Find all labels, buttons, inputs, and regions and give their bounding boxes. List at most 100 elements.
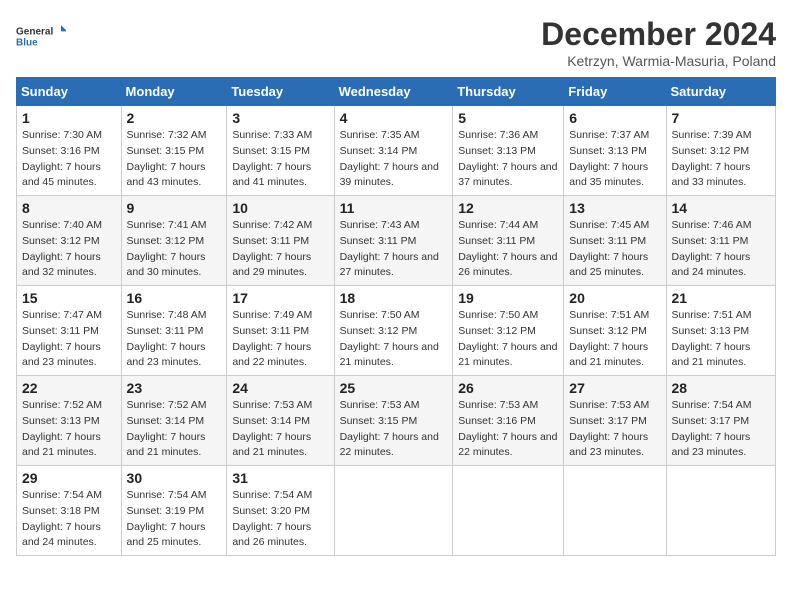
- calendar-cell: 25 Sunrise: 7:53 AMSunset: 3:15 PMDaylig…: [334, 376, 453, 466]
- day-number: 15: [22, 290, 116, 306]
- calendar-cell: 29 Sunrise: 7:54 AMSunset: 3:18 PMDaylig…: [17, 466, 122, 556]
- day-detail: Sunrise: 7:37 AMSunset: 3:13 PMDaylight:…: [569, 129, 649, 188]
- day-detail: Sunrise: 7:36 AMSunset: 3:13 PMDaylight:…: [458, 129, 557, 188]
- day-number: 28: [672, 380, 770, 396]
- day-number: 11: [340, 200, 448, 216]
- day-number: 31: [232, 470, 328, 486]
- calendar-cell: [453, 466, 564, 556]
- calendar-cell: [666, 466, 775, 556]
- calendar-cell: 10 Sunrise: 7:42 AMSunset: 3:11 PMDaylig…: [227, 196, 334, 286]
- header-day-saturday: Saturday: [666, 78, 775, 106]
- day-detail: Sunrise: 7:53 AMSunset: 3:16 PMDaylight:…: [458, 399, 557, 458]
- day-number: 4: [340, 110, 448, 126]
- day-number: 6: [569, 110, 660, 126]
- day-detail: Sunrise: 7:50 AMSunset: 3:12 PMDaylight:…: [340, 309, 439, 368]
- calendar-cell: 24 Sunrise: 7:53 AMSunset: 3:14 PMDaylig…: [227, 376, 334, 466]
- day-number: 18: [340, 290, 448, 306]
- day-detail: Sunrise: 7:44 AMSunset: 3:11 PMDaylight:…: [458, 219, 557, 278]
- logo: General Blue: [16, 16, 66, 56]
- calendar-table: SundayMondayTuesdayWednesdayThursdayFrid…: [16, 77, 776, 556]
- day-number: 22: [22, 380, 116, 396]
- header-area: General Blue December 2024 Ketrzyn, Warm…: [16, 16, 776, 69]
- day-number: 5: [458, 110, 558, 126]
- day-detail: Sunrise: 7:33 AMSunset: 3:15 PMDaylight:…: [232, 129, 312, 188]
- day-detail: Sunrise: 7:52 AMSunset: 3:13 PMDaylight:…: [22, 399, 102, 458]
- calendar-cell: 15 Sunrise: 7:47 AMSunset: 3:11 PMDaylig…: [17, 286, 122, 376]
- logo-svg: General Blue: [16, 16, 66, 56]
- day-number: 3: [232, 110, 328, 126]
- day-detail: Sunrise: 7:51 AMSunset: 3:13 PMDaylight:…: [672, 309, 752, 368]
- day-detail: Sunrise: 7:41 AMSunset: 3:12 PMDaylight:…: [127, 219, 207, 278]
- calendar-cell: 4 Sunrise: 7:35 AMSunset: 3:14 PMDayligh…: [334, 106, 453, 196]
- day-detail: Sunrise: 7:54 AMSunset: 3:19 PMDaylight:…: [127, 489, 207, 548]
- day-detail: Sunrise: 7:39 AMSunset: 3:12 PMDaylight:…: [672, 129, 752, 188]
- header-day-friday: Friday: [564, 78, 666, 106]
- day-number: 13: [569, 200, 660, 216]
- calendar-cell: 27 Sunrise: 7:53 AMSunset: 3:17 PMDaylig…: [564, 376, 666, 466]
- calendar-cell: 2 Sunrise: 7:32 AMSunset: 3:15 PMDayligh…: [121, 106, 227, 196]
- day-detail: Sunrise: 7:54 AMSunset: 3:17 PMDaylight:…: [672, 399, 752, 458]
- day-detail: Sunrise: 7:53 AMSunset: 3:17 PMDaylight:…: [569, 399, 649, 458]
- calendar-cell: 23 Sunrise: 7:52 AMSunset: 3:14 PMDaylig…: [121, 376, 227, 466]
- day-number: 26: [458, 380, 558, 396]
- day-detail: Sunrise: 7:35 AMSunset: 3:14 PMDaylight:…: [340, 129, 439, 188]
- day-detail: Sunrise: 7:32 AMSunset: 3:15 PMDaylight:…: [127, 129, 207, 188]
- day-detail: Sunrise: 7:30 AMSunset: 3:16 PMDaylight:…: [22, 129, 102, 188]
- sub-title: Ketrzyn, Warmia-Masuria, Poland: [541, 53, 776, 69]
- day-number: 21: [672, 290, 770, 306]
- calendar-cell: 21 Sunrise: 7:51 AMSunset: 3:13 PMDaylig…: [666, 286, 775, 376]
- day-detail: Sunrise: 7:49 AMSunset: 3:11 PMDaylight:…: [232, 309, 312, 368]
- calendar-cell: 12 Sunrise: 7:44 AMSunset: 3:11 PMDaylig…: [453, 196, 564, 286]
- day-number: 16: [127, 290, 222, 306]
- day-number: 12: [458, 200, 558, 216]
- calendar-cell: 18 Sunrise: 7:50 AMSunset: 3:12 PMDaylig…: [334, 286, 453, 376]
- day-number: 14: [672, 200, 770, 216]
- day-number: 1: [22, 110, 116, 126]
- day-detail: Sunrise: 7:43 AMSunset: 3:11 PMDaylight:…: [340, 219, 439, 278]
- header-day-tuesday: Tuesday: [227, 78, 334, 106]
- day-detail: Sunrise: 7:42 AMSunset: 3:11 PMDaylight:…: [232, 219, 312, 278]
- calendar-cell: 11 Sunrise: 7:43 AMSunset: 3:11 PMDaylig…: [334, 196, 453, 286]
- header-day-thursday: Thursday: [453, 78, 564, 106]
- main-title: December 2024: [541, 16, 776, 53]
- calendar-cell: 20 Sunrise: 7:51 AMSunset: 3:12 PMDaylig…: [564, 286, 666, 376]
- day-detail: Sunrise: 7:40 AMSunset: 3:12 PMDaylight:…: [22, 219, 102, 278]
- calendar-cell: 14 Sunrise: 7:46 AMSunset: 3:11 PMDaylig…: [666, 196, 775, 286]
- svg-text:Blue: Blue: [16, 38, 38, 49]
- day-detail: Sunrise: 7:47 AMSunset: 3:11 PMDaylight:…: [22, 309, 102, 368]
- calendar-cell: 8 Sunrise: 7:40 AMSunset: 3:12 PMDayligh…: [17, 196, 122, 286]
- day-number: 7: [672, 110, 770, 126]
- day-detail: Sunrise: 7:50 AMSunset: 3:12 PMDaylight:…: [458, 309, 557, 368]
- week-row-1: 1 Sunrise: 7:30 AMSunset: 3:16 PMDayligh…: [17, 106, 776, 196]
- calendar-cell: 17 Sunrise: 7:49 AMSunset: 3:11 PMDaylig…: [227, 286, 334, 376]
- calendar-cell: 6 Sunrise: 7:37 AMSunset: 3:13 PMDayligh…: [564, 106, 666, 196]
- day-number: 2: [127, 110, 222, 126]
- calendar-cell: [334, 466, 453, 556]
- calendar-cell: 3 Sunrise: 7:33 AMSunset: 3:15 PMDayligh…: [227, 106, 334, 196]
- calendar-cell: 16 Sunrise: 7:48 AMSunset: 3:11 PMDaylig…: [121, 286, 227, 376]
- day-detail: Sunrise: 7:51 AMSunset: 3:12 PMDaylight:…: [569, 309, 649, 368]
- week-row-2: 8 Sunrise: 7:40 AMSunset: 3:12 PMDayligh…: [17, 196, 776, 286]
- week-row-5: 29 Sunrise: 7:54 AMSunset: 3:18 PMDaylig…: [17, 466, 776, 556]
- header-day-wednesday: Wednesday: [334, 78, 453, 106]
- day-number: 10: [232, 200, 328, 216]
- week-row-3: 15 Sunrise: 7:47 AMSunset: 3:11 PMDaylig…: [17, 286, 776, 376]
- calendar-cell: 28 Sunrise: 7:54 AMSunset: 3:17 PMDaylig…: [666, 376, 775, 466]
- day-detail: Sunrise: 7:53 AMSunset: 3:15 PMDaylight:…: [340, 399, 439, 458]
- calendar-cell: 22 Sunrise: 7:52 AMSunset: 3:13 PMDaylig…: [17, 376, 122, 466]
- day-number: 8: [22, 200, 116, 216]
- day-detail: Sunrise: 7:54 AMSunset: 3:20 PMDaylight:…: [232, 489, 312, 548]
- calendar-cell: 9 Sunrise: 7:41 AMSunset: 3:12 PMDayligh…: [121, 196, 227, 286]
- calendar-cell: 31 Sunrise: 7:54 AMSunset: 3:20 PMDaylig…: [227, 466, 334, 556]
- day-detail: Sunrise: 7:46 AMSunset: 3:11 PMDaylight:…: [672, 219, 752, 278]
- svg-text:General: General: [16, 26, 53, 37]
- calendar-cell: 26 Sunrise: 7:53 AMSunset: 3:16 PMDaylig…: [453, 376, 564, 466]
- day-detail: Sunrise: 7:48 AMSunset: 3:11 PMDaylight:…: [127, 309, 207, 368]
- calendar-cell: 13 Sunrise: 7:45 AMSunset: 3:11 PMDaylig…: [564, 196, 666, 286]
- day-number: 24: [232, 380, 328, 396]
- day-number: 19: [458, 290, 558, 306]
- day-number: 9: [127, 200, 222, 216]
- day-number: 29: [22, 470, 116, 486]
- header-day-sunday: Sunday: [17, 78, 122, 106]
- day-detail: Sunrise: 7:53 AMSunset: 3:14 PMDaylight:…: [232, 399, 312, 458]
